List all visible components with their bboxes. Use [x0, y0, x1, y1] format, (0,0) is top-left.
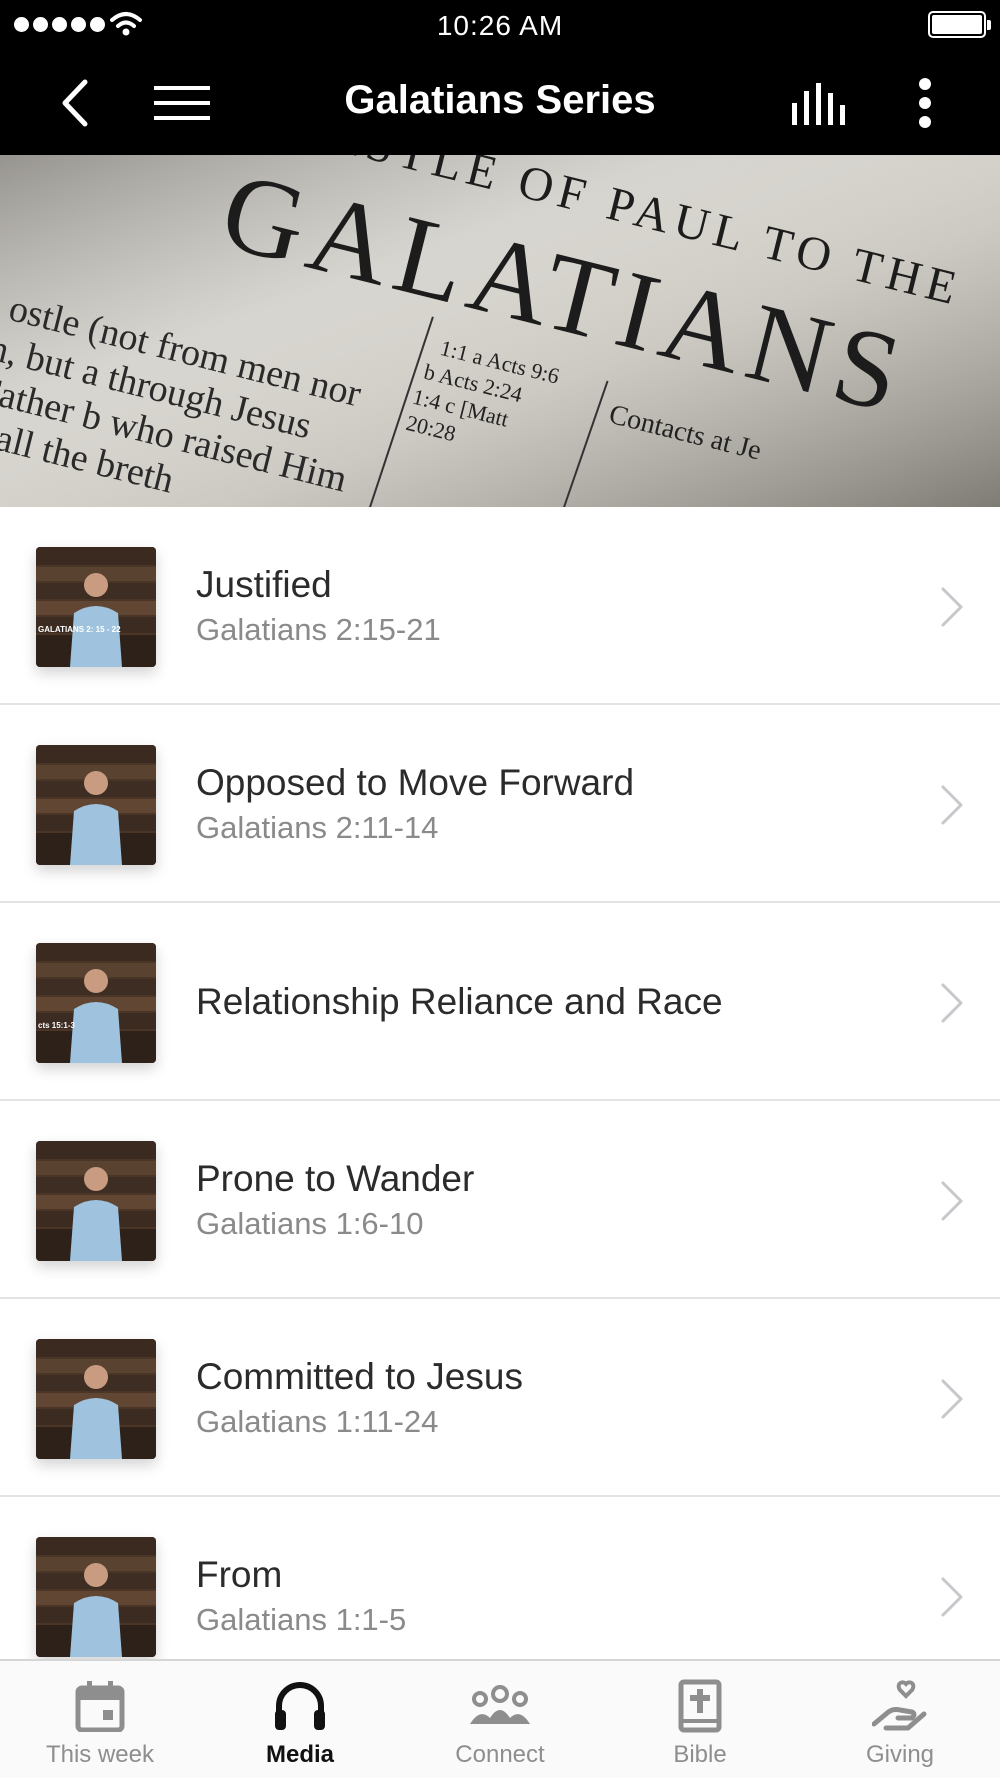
- calendar-icon: [75, 1681, 125, 1732]
- sermon-title: Relationship Reliance and Race: [196, 981, 723, 1022]
- nav-bar: Galatians Series: [0, 50, 1000, 155]
- series-banner-image: ISTLE OF PAUL TO THE GALATIANS ostle (no…: [0, 155, 1000, 507]
- tab-bar: This week Media Connect Bible Giving: [0, 1659, 1000, 1778]
- sermon-list-item[interactable]: cts 15:1-3 Relationship Reliance and Rac…: [0, 903, 1000, 1101]
- bible-icon: [678, 1679, 722, 1733]
- status-time: 10:26 AM: [436, 10, 564, 41]
- sermon-thumbnail: cts 15:1-3: [36, 943, 156, 1063]
- hamburger-menu-icon: [154, 85, 210, 120]
- sermon-list-item[interactable]: Opposed to Move Forward Galatians 2:11-1…: [0, 705, 1000, 903]
- status-bar: 10:26 AM: [0, 0, 1000, 50]
- chevron-right-icon: [941, 587, 963, 627]
- headphones-icon: [275, 1682, 325, 1730]
- sermon-list-item[interactable]: From Galatians 1:1-5: [0, 1497, 1000, 1659]
- tab-label: Giving: [865, 1741, 935, 1768]
- sermon-thumbnail: [36, 1141, 156, 1261]
- menu-button[interactable]: [150, 50, 214, 155]
- sermon-title: From: [196, 1554, 283, 1595]
- back-chevron-icon: [62, 79, 88, 126]
- sermon-thumbnail: [36, 1537, 156, 1657]
- sermon-list: GALATIANS 2: 15 - 22 Justified Galatians…: [0, 507, 1000, 1659]
- sermon-list-item[interactable]: Prone to Wander Galatians 1:6-10: [0, 1101, 1000, 1299]
- sermon-thumbnail: GALATIANS 2: 15 - 22: [36, 547, 156, 667]
- sermon-list-item[interactable]: GALATIANS 2: 15 - 22 Justified Galatians…: [0, 507, 1000, 705]
- more-options-button[interactable]: [900, 50, 950, 155]
- sermon-title: Prone to Wander: [196, 1158, 475, 1199]
- chevron-right-icon: [941, 1181, 963, 1221]
- battery-icon: [928, 11, 991, 38]
- thumbnail-caption: GALATIANS 2: 15 - 22: [38, 625, 121, 634]
- sermon-title: Committed to Jesus: [196, 1356, 523, 1397]
- people-icon: [470, 1685, 530, 1724]
- sermon-title: Opposed to Move Forward: [196, 762, 635, 803]
- sermon-thumbnail: [36, 1339, 156, 1459]
- tab-label: Bible: [673, 1741, 727, 1768]
- tab-label: This week: [45, 1741, 155, 1768]
- audio-levels-button[interactable]: [784, 50, 856, 155]
- thumbnail-caption: cts 15:1-3: [38, 1021, 75, 1030]
- sermon-thumbnail: [36, 745, 156, 865]
- sermon-scripture: Galatians 1:6-10: [196, 1206, 424, 1241]
- audio-bars-icon: [792, 82, 845, 125]
- sermon-scripture: Galatians 2:15-21: [196, 612, 441, 647]
- chevron-right-icon: [941, 1577, 963, 1617]
- back-button[interactable]: [45, 50, 105, 155]
- sermon-scripture: Galatians 1:1-5: [196, 1602, 407, 1637]
- more-vertical-icon: [919, 77, 931, 128]
- sermon-list-item[interactable]: Committed to Jesus Galatians 1:11-24: [0, 1299, 1000, 1497]
- chevron-right-icon: [941, 1379, 963, 1419]
- chevron-right-icon: [941, 983, 963, 1023]
- sermon-scripture: Galatians 2:11-14: [196, 810, 439, 845]
- sermon-title: Justified: [196, 564, 332, 605]
- tab-this-week[interactable]: This week: [0, 1661, 200, 1778]
- sermon-scripture: Galatians 1:11-24: [196, 1404, 439, 1439]
- tab-bible[interactable]: Bible: [600, 1661, 800, 1778]
- tab-media[interactable]: Media: [200, 1661, 400, 1778]
- tab-label: Connect: [455, 1741, 545, 1768]
- giving-hand-icon: [872, 1680, 927, 1731]
- tab-giving[interactable]: Giving: [800, 1661, 1000, 1778]
- chevron-right-icon: [941, 785, 963, 825]
- tab-label: Media: [265, 1741, 334, 1768]
- tab-connect[interactable]: Connect: [400, 1661, 600, 1778]
